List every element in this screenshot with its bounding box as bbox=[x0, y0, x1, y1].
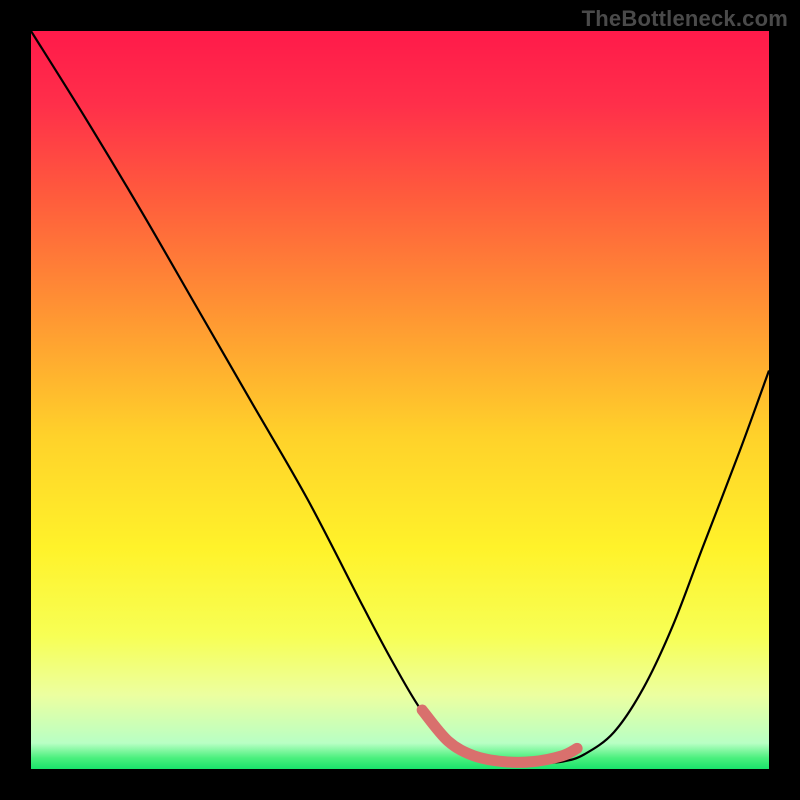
plot-svg bbox=[31, 31, 769, 769]
chart-stage: TheBottleneck.com bbox=[0, 0, 800, 800]
watermark-text: TheBottleneck.com bbox=[582, 6, 788, 32]
plot-area bbox=[31, 31, 769, 769]
